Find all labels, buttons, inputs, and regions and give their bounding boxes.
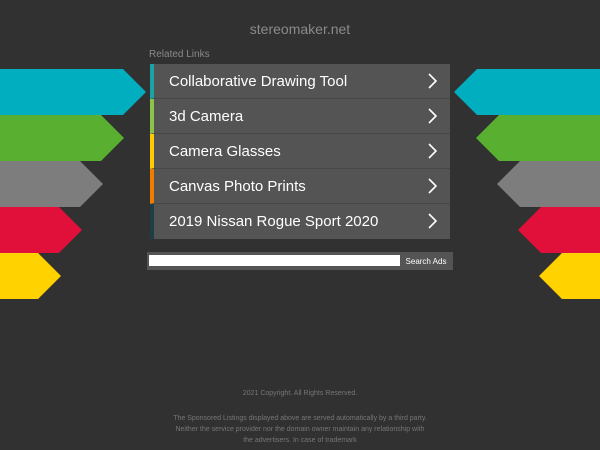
related-link-canvas-photo-prints[interactable]: Canvas Photo Prints [150, 169, 450, 204]
search-ads-button[interactable]: Search Ads [399, 252, 453, 270]
decor-arrow-left-green [0, 115, 124, 161]
site-title: stereomaker.net [249, 21, 351, 37]
related-link-collaborative-drawing-tool[interactable]: Collaborative Drawing Tool [150, 64, 450, 99]
related-link-label: 2019 Nissan Rogue Sport 2020 [169, 213, 379, 230]
related-link-label: Collaborative Drawing Tool [169, 72, 348, 90]
copyright-text: 2021 Copyright. All Rights Reserved. [242, 390, 358, 397]
related-link-label: 3d Camera [169, 107, 244, 125]
decor-arrow-right-red [518, 207, 600, 253]
related-link-label: Canvas Photo Prints [169, 177, 306, 195]
related-link-3d-camera[interactable]: 3d Camera [150, 99, 450, 134]
chevron-right-icon [428, 108, 438, 124]
decor-arrow-right-yellow [539, 253, 600, 299]
chevron-right-icon [428, 213, 438, 229]
chevron-right-icon [428, 178, 438, 194]
decor-arrow-left-teal [0, 69, 146, 115]
related-link-label: Camera Glasses [169, 142, 281, 160]
decor-arrow-left-red [0, 207, 82, 253]
decor-arrow-right-gray [497, 161, 600, 207]
decor-arrow-right-green [476, 115, 600, 161]
related-links-list: Collaborative Drawing Tool 3d Camera Cam… [150, 64, 450, 239]
disclaimer-text: The Sponsored Listings displayed above a… [173, 415, 427, 444]
decor-arrow-left-gray [0, 161, 103, 207]
parked-domain-page: stereomaker.net Related Links Collaborat… [0, 0, 600, 450]
search-bar: Search Ads [147, 252, 453, 270]
chevron-right-icon [428, 73, 438, 89]
decor-arrow-left-yellow [0, 253, 61, 299]
search-input[interactable] [149, 255, 400, 266]
related-link-nissan-rogue-sport[interactable]: 2019 Nissan Rogue Sport 2020 [150, 204, 450, 239]
chevron-right-icon [428, 143, 438, 159]
related-link-camera-glasses[interactable]: Camera Glasses [150, 134, 450, 169]
related-links-heading: Related Links [149, 49, 210, 60]
decor-arrow-right-teal [454, 69, 600, 115]
